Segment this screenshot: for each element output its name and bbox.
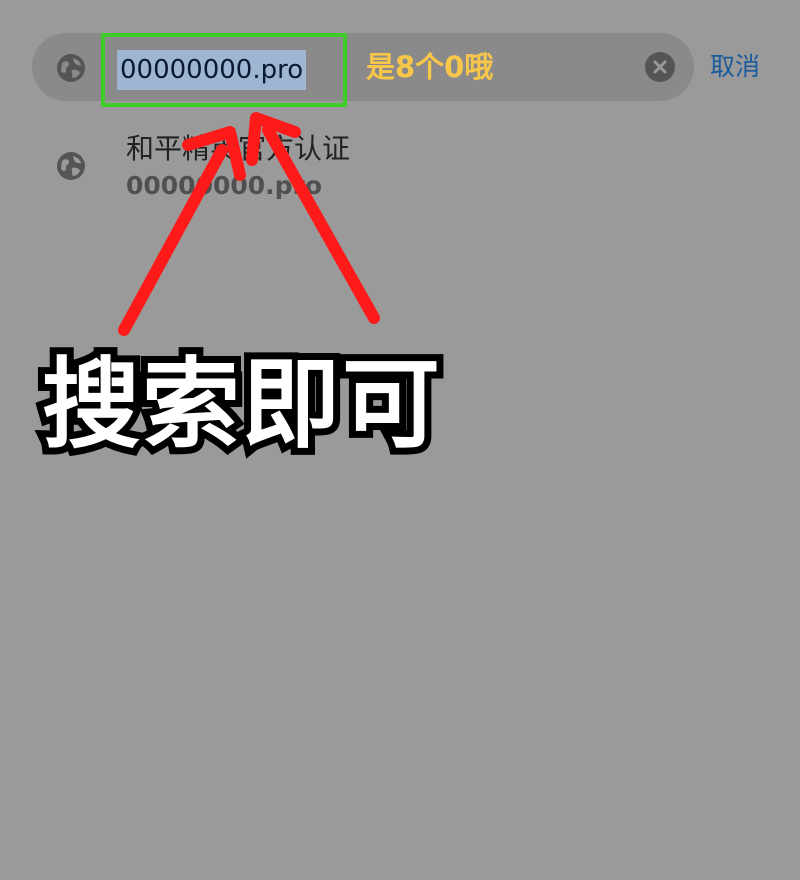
clear-icon[interactable] — [645, 52, 675, 82]
suggestion-url: 00000000.pro — [126, 171, 323, 200]
search-input[interactable]: 00000000.pro — [117, 50, 307, 90]
suggestion-item[interactable]: 和平精英官方认证 00000000.pro — [0, 125, 800, 215]
hint-annotation: 是8个0哦 — [366, 50, 494, 84]
globe-icon — [56, 151, 86, 181]
cancel-button[interactable]: 取消 — [710, 50, 760, 84]
suggestion-title: 和平精英官方认证 — [126, 132, 351, 165]
globe-icon — [56, 53, 86, 83]
url-highlight-box: 00000000.pro — [101, 33, 347, 107]
callout-text: 搜索即可 — [35, 341, 447, 469]
